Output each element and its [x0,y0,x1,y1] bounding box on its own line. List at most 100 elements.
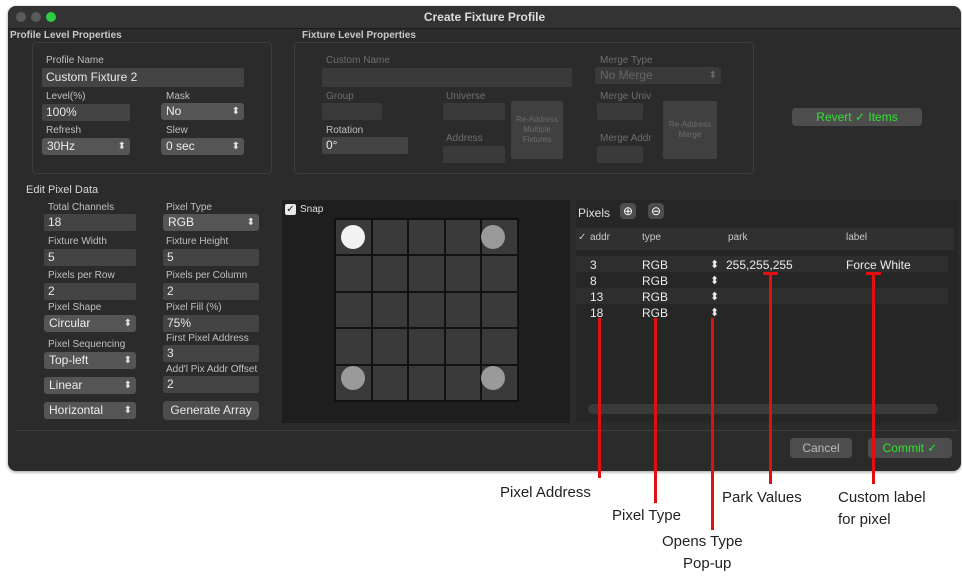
chevron-updown-icon: ⬍ [123,380,132,391]
fixture-section-title: Fixture Level Properties [302,30,416,41]
fixture-width-field[interactable]: 5 [44,249,136,266]
fixture-height-field[interactable]: 5 [163,249,259,266]
col-check[interactable]: ✓ [578,232,586,243]
slew-label: Slew [166,125,188,136]
annotation-line-opens-type [711,318,714,530]
pixels-table-header [576,228,954,250]
pixel-dot-4[interactable] [481,366,505,390]
type-popup-icon[interactable]: ⬍ [710,274,719,287]
refresh-value: 30Hz [47,139,76,153]
edit-pixel-section-title: Edit Pixel Data [26,184,99,196]
chevron-updown-icon: ⬍ [231,106,240,117]
slew-select[interactable]: 0 sec ⬍ [161,138,244,155]
horizontal-scrollbar[interactable] [588,404,938,414]
annotation-opens-type-1: Opens Type [662,533,743,550]
annotation-line-pixel-type [654,318,657,503]
mask-select[interactable]: No ⬍ [161,103,244,120]
pixels-per-column-field[interactable]: 2 [163,283,259,300]
mask-value: No [166,104,182,118]
chevron-updown-icon: ⬍ [123,355,132,366]
row-2-addr[interactable]: 8 [590,274,597,288]
col-type[interactable]: type [642,232,661,243]
pixels-per-row-field[interactable]: 2 [44,283,136,300]
merge-univ-field[interactable] [597,103,643,120]
annotation-pixel-address: Pixel Address [500,484,591,501]
profile-name-field[interactable]: Custom Fixture 2 [42,68,244,87]
snap-checkbox[interactable]: ✓ [285,204,296,215]
custom-name-label: Custom Name [326,55,390,66]
total-channels-field[interactable]: 18 [44,214,136,231]
revert-items-button[interactable]: Revert ✓ Items [792,108,922,126]
type-popup-icon[interactable]: ⬍ [710,258,719,271]
row-3-addr[interactable]: 13 [590,290,603,304]
pixel-fill-field[interactable]: 75% [163,315,259,332]
row-1-park[interactable]: 255,255,255 [726,258,793,272]
pixel-dot-2[interactable] [481,225,505,249]
slew-value: 0 sec [166,139,195,153]
add-pixel-button[interactable]: ⊕ [620,203,636,219]
col-label[interactable]: label [846,232,867,243]
col-addr[interactable]: addr [590,232,610,243]
row-1-addr[interactable]: 3 [590,258,597,272]
generate-array-button[interactable]: Generate Array [163,401,259,420]
row-2-type[interactable]: RGB [642,274,668,288]
commit-button[interactable]: Commit ✓ [868,438,952,458]
col-park[interactable]: park [728,232,747,243]
annotation-pixel-type: Pixel Type [612,507,681,524]
pixel-offset-field[interactable]: 2 [163,376,259,393]
row-1-label[interactable]: Force White [846,258,911,272]
type-popup-icon[interactable]: ⬍ [710,290,719,303]
merge-type-select[interactable]: No Merge ⬍ [595,67,721,84]
address-label: Address [446,133,483,144]
pixel-sequencing-value: Top-left [49,353,89,367]
annotation-line-park-values [769,272,772,484]
annotation-park-values: Park Values [722,489,802,506]
chevron-updown-icon: ⬍ [231,141,240,152]
remove-pixel-button[interactable]: ⊖ [648,203,664,219]
annotation-custom-label-1: Custom label [838,489,926,506]
pixels-per-column-label: Pixels per Column [166,270,248,281]
create-fixture-profile-window: Create Fixture Profile Profile Level Pro… [8,6,961,471]
address-field[interactable] [443,146,505,163]
pixel-dot-1[interactable] [341,225,365,249]
linear-select[interactable]: Linear ⬍ [44,377,136,394]
pixels-per-row-label: Pixels per Row [48,270,115,281]
row-3-type[interactable]: RGB [642,290,668,304]
annotation-cap-custom-label [866,272,881,275]
pixel-sequencing-select[interactable]: Top-left ⬍ [44,352,136,369]
pixel-dot-3[interactable] [341,366,365,390]
merge-addr-label: Merge Addr [600,133,652,144]
readdress-multiple-button[interactable]: Re-Address Multiple Fixtures [511,101,563,159]
row-4-addr[interactable]: 18 [590,306,603,320]
rotation-field[interactable]: 0° [322,137,408,154]
first-pixel-address-field[interactable]: 3 [163,345,259,362]
universe-label: Universe [446,91,486,102]
annotation-custom-label-2: for pixel [838,511,891,528]
refresh-select[interactable]: 30Hz ⬍ [42,138,130,155]
first-pixel-address-label: First Pixel Address [166,333,249,344]
group-field[interactable] [322,103,382,120]
custom-name-field[interactable] [322,68,572,87]
pixel-shape-select[interactable]: Circular ⬍ [44,315,136,332]
table-row[interactable] [576,288,948,304]
plus-icon: ⊕ [622,204,634,218]
level-field[interactable]: 100% [42,104,130,121]
row-1-type[interactable]: RGB [642,258,668,272]
total-channels-label: Total Channels [48,202,115,213]
snap-label: Snap [300,204,324,215]
cancel-button[interactable]: Cancel [790,438,852,458]
annotation-line-pixel-address [598,318,601,478]
horizontal-select[interactable]: Horizontal ⬍ [44,402,136,419]
pixel-sequencing-label: Pixel Sequencing [48,339,126,350]
pixels-title: Pixels [578,206,611,220]
pixel-type-select[interactable]: RGB ⬍ [163,214,259,231]
annotation-opens-type-2: Pop-up [683,555,732,572]
universe-field[interactable] [443,103,505,120]
pixel-offset-label: Add'l Pix Addr Offset [166,364,258,375]
merge-addr-field[interactable] [597,146,643,163]
chevron-updown-icon: ⬍ [117,141,126,152]
fixture-width-label: Fixture Width [48,236,107,247]
mask-label: Mask [166,91,190,102]
profile-section-title: Profile Level Properties [10,30,122,41]
readdress-merge-button[interactable]: Re-Address Merge [663,101,717,159]
